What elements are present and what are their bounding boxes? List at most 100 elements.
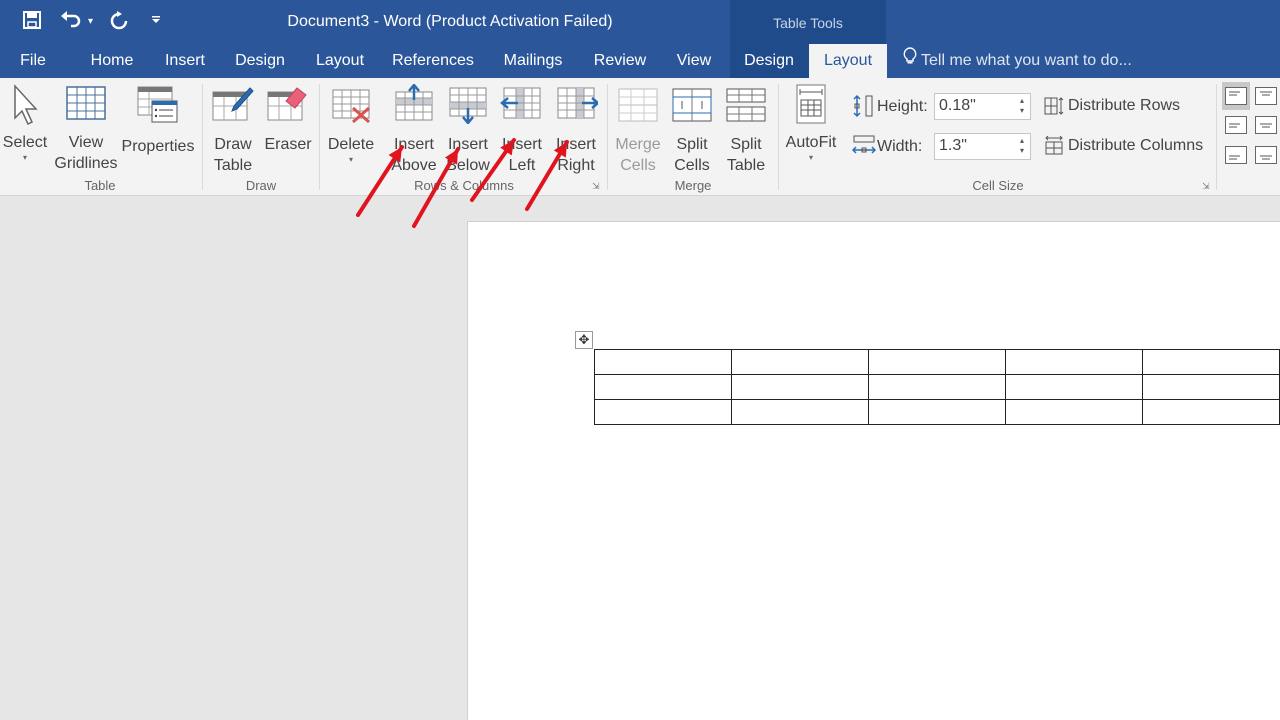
- insert-above-button[interactable]: Insert Above: [387, 84, 441, 176]
- height-value: 0.18": [939, 97, 976, 114]
- table-cell[interactable]: [1142, 349, 1280, 375]
- width-value: 1.3": [939, 137, 967, 154]
- height-spinner[interactable]: ▴ ▾: [1020, 96, 1024, 116]
- tab-table-layout[interactable]: Layout: [809, 44, 887, 78]
- split-table-button[interactable]: Split Table: [719, 84, 773, 176]
- tab-table-design[interactable]: Design: [734, 44, 804, 78]
- table-cell[interactable]: [1005, 374, 1143, 400]
- group-label-table: Table: [84, 178, 116, 193]
- table-cell[interactable]: [868, 374, 1006, 400]
- table-cell[interactable]: [868, 349, 1006, 375]
- autofit-button[interactable]: AutoFit ▾: [782, 84, 840, 163]
- table-label: Table: [213, 157, 253, 174]
- insert-right-button[interactable]: Insert Right: [549, 84, 603, 176]
- insert-left-line2: Left: [508, 157, 536, 174]
- spin-up-icon[interactable]: ▴: [1020, 136, 1024, 145]
- split-cells-icon: [672, 88, 712, 122]
- table-row: [594, 374, 1280, 400]
- autofit-label: AutoFit: [785, 134, 837, 151]
- tab-review[interactable]: Review: [586, 44, 654, 78]
- tell-me-placeholder: Tell me what you want to do...: [921, 52, 1132, 70]
- spin-down-icon[interactable]: ▾: [1020, 106, 1024, 115]
- width-input[interactable]: 1.3" ▴ ▾: [934, 133, 1031, 160]
- distribute-rows-button[interactable]: Distribute Rows: [1044, 95, 1180, 116]
- align-bottom-left-button[interactable]: [1225, 146, 1247, 164]
- align-top-left-button[interactable]: [1225, 87, 1247, 105]
- delete-label: Delete: [327, 136, 375, 153]
- align-bottom-center-button[interactable]: [1255, 146, 1277, 164]
- insert-below-button[interactable]: Insert Below: [441, 84, 495, 176]
- insert-right-line1: Insert: [555, 136, 596, 153]
- table-cell[interactable]: [731, 374, 869, 400]
- insert-right-line2: Right: [557, 157, 595, 174]
- split-cells-button[interactable]: Split Cells: [665, 84, 719, 176]
- table-cell[interactable]: [731, 349, 869, 375]
- table-cell[interactable]: [1142, 374, 1280, 400]
- delete-dropdown-icon: ▾: [348, 155, 353, 164]
- document-page[interactable]: [467, 221, 1280, 720]
- draw-table-button[interactable]: Draw Table: [206, 84, 260, 176]
- group-label-draw: Draw: [245, 178, 277, 193]
- width-spinner[interactable]: ▴ ▾: [1020, 136, 1024, 156]
- group-label-cell-size: Cell Size: [972, 178, 1024, 193]
- tab-file[interactable]: File: [10, 44, 56, 78]
- spin-up-icon[interactable]: ▴: [1020, 96, 1024, 105]
- group-separator: [1216, 84, 1217, 190]
- insert-left-line1: Insert: [501, 136, 542, 153]
- rows-columns-launcher-icon[interactable]: ⇲: [592, 181, 600, 192]
- insert-left-icon: [500, 87, 541, 119]
- merge-cells-button[interactable]: Merge Cells: [611, 84, 665, 176]
- tab-home[interactable]: Home: [80, 44, 144, 78]
- align-center-button[interactable]: [1255, 116, 1277, 134]
- spin-down-icon[interactable]: ▾: [1020, 146, 1024, 155]
- select-button[interactable]: Select ▾: [2, 84, 48, 163]
- insert-above-icon: [395, 84, 433, 121]
- distribute-columns-button[interactable]: Distribute Columns: [1044, 135, 1203, 156]
- align-center-left-button[interactable]: [1225, 116, 1247, 134]
- view-gridlines-button[interactable]: View Gridlines: [52, 84, 120, 174]
- group-separator: [202, 84, 203, 190]
- gridlines-icon: [66, 86, 106, 120]
- eraser-label: Eraser: [264, 136, 312, 153]
- table-cell[interactable]: [594, 374, 732, 400]
- properties-button[interactable]: Properties: [120, 84, 196, 157]
- document-table[interactable]: [594, 349, 1280, 425]
- table-cell[interactable]: [594, 399, 732, 425]
- tab-insert[interactable]: Insert: [156, 44, 214, 78]
- draw-table-icon: [212, 87, 254, 121]
- tab-view[interactable]: View: [666, 44, 722, 78]
- table-properties-icon: [137, 86, 178, 123]
- split-cells-line2: Cells: [674, 157, 710, 174]
- table-move-handle-icon[interactable]: ✥: [575, 331, 593, 349]
- tab-references[interactable]: References: [386, 44, 480, 78]
- ribbon-panel: Select ▾ View Gridlines Properties Table…: [0, 78, 1280, 196]
- height-input[interactable]: 0.18" ▴ ▾: [934, 93, 1031, 120]
- window-title: Document3 - Word (Product Activation Fai…: [287, 13, 613, 30]
- table-cell[interactable]: [594, 349, 732, 375]
- tab-design[interactable]: Design: [226, 44, 294, 78]
- height-label: Height:: [877, 98, 928, 115]
- align-top-center-button[interactable]: [1255, 87, 1277, 105]
- split-table-line2: Table: [726, 157, 766, 174]
- distribute-columns-label: Distribute Columns: [1068, 137, 1204, 154]
- table-cell[interactable]: [1005, 399, 1143, 425]
- insert-below-line1: Insert: [447, 136, 488, 153]
- cell-size-launcher-icon[interactable]: ⇲: [1202, 181, 1210, 192]
- table-cell[interactable]: [1005, 349, 1143, 375]
- draw-label: Draw: [214, 136, 252, 153]
- table-cell[interactable]: [731, 399, 869, 425]
- insert-above-line1: Insert: [393, 136, 434, 153]
- tab-mailings[interactable]: Mailings: [492, 44, 574, 78]
- table-cell[interactable]: [868, 399, 1006, 425]
- tab-layout[interactable]: Layout: [306, 44, 374, 78]
- delete-button[interactable]: Delete ▾: [324, 84, 378, 165]
- eraser-button[interactable]: Eraser: [262, 84, 314, 155]
- insert-left-button[interactable]: Insert Left: [495, 84, 549, 176]
- properties-label: Properties: [121, 138, 195, 155]
- view-label: View: [68, 134, 104, 151]
- split-cells-line1: Split: [676, 136, 708, 153]
- table-cell[interactable]: [1142, 399, 1280, 425]
- tell-me-search[interactable]: Tell me what you want to do...: [903, 44, 1132, 78]
- autofit-icon: [796, 84, 826, 124]
- lightbulb-icon: [903, 44, 917, 78]
